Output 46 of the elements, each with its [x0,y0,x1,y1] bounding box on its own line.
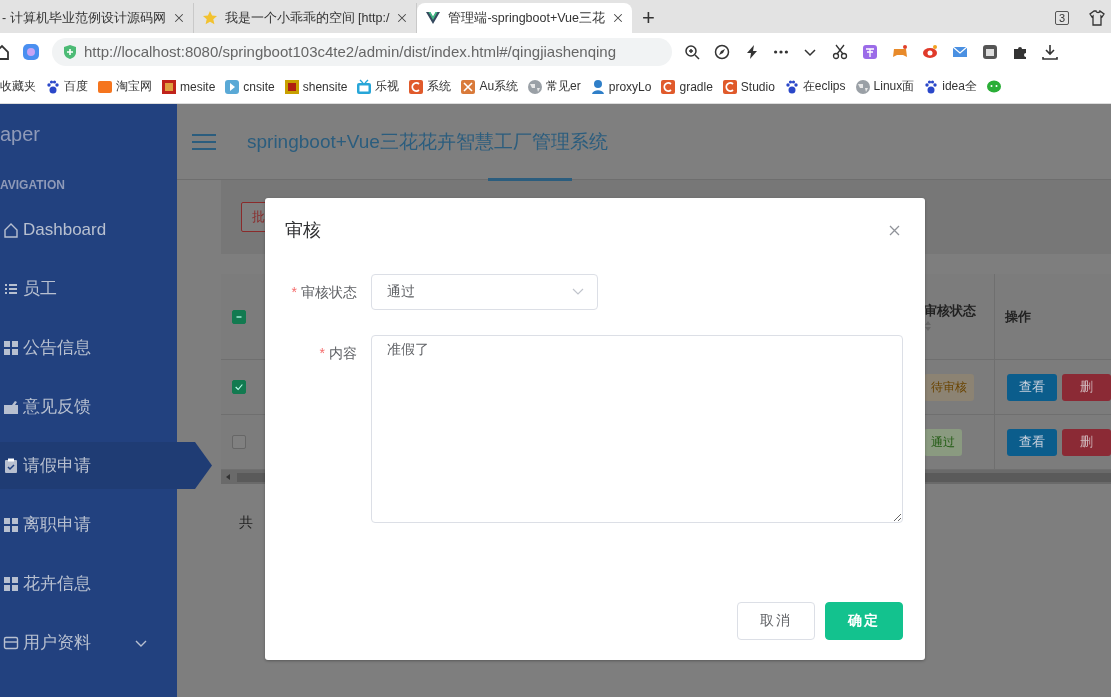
status-tag: 待审核 [924,373,974,401]
bookmark-item[interactable]: Linux面 [854,78,915,95]
dialog-title: 审核 [285,219,321,242]
sidebar-item[interactable]: 意见反馈 [0,383,177,430]
bookmark-item[interactable]: 在eclips [783,78,846,95]
bookmark-item[interactable]: idea全 [923,78,977,95]
sidebar-item[interactable]: 公告信息 [0,324,177,371]
bookmark-item[interactable]: 系统 [408,78,452,95]
browser-tab[interactable]: 管理端-springboot+Vue三花 [417,3,632,33]
sidebar-item[interactable]: 花卉信息 [0,560,177,607]
sidebar-item[interactable]: 请假申请 [0,442,212,489]
field-label: * 审核状态 [290,283,358,302]
nav-heading: AVIGATION [0,177,66,194]
bookmark-item[interactable]: Au系统 [460,78,519,95]
pagination-total: 共 [239,514,254,532]
column-header: 操作 [1005,307,1031,326]
address-field[interactable]: http://localhost:8080/springboot103c4te2/admin/dist/index.html#/qingjiashenqing [52,37,672,66]
delete-button[interactable]: 删 [1061,373,1111,401]
app-title: springboot+Vue三花花卉智慧工厂管理系统 [247,129,608,154]
sidebar-item[interactable]: 用户资料 [0,619,177,666]
view-button[interactable]: 查看 [1007,373,1057,401]
content-textarea[interactable]: 准假了 [370,335,903,523]
bookmark-item[interactable]: 收藏夹 [0,78,36,95]
bookmark-item[interactable]: 淘宝网 [97,78,152,95]
bookmark-item[interactable]: 常见er [527,78,581,95]
bookmark-item[interactable]: mesite [161,78,216,95]
view-button[interactable]: 查看 [1007,428,1057,456]
bookmark-item[interactable]: gradle [660,78,713,95]
bookmark-item[interactable]: proxyLo [589,78,652,95]
app-logo-text: aper [0,121,42,147]
sidebar-item[interactable]: Dashboard [0,206,177,253]
delete-button[interactable]: 删 [1061,428,1111,456]
sidebar-item[interactable]: 离职申请 [0,501,177,548]
status-select[interactable]: 通过 [371,274,598,310]
field-label: * 内容 [318,344,358,363]
column-header[interactable]: 审核状态 [924,301,976,320]
tab-count-badge[interactable]: 3 [1054,11,1069,25]
status-tag: 通过 [924,428,962,456]
bookmark-item[interactable]: Studio [721,78,775,95]
bookmark-item[interactable]: 乐视 [356,78,400,95]
sidebar-item[interactable]: 员工 [0,265,177,312]
new-tab-button[interactable]: + [632,3,665,33]
bookmark-item[interactable]: shensite [283,78,348,95]
bookmark-item[interactable]: 百度 [45,78,88,95]
bookmark-item[interactable]: cnsite [224,78,275,95]
cancel-button[interactable]: 取消 [737,602,815,640]
